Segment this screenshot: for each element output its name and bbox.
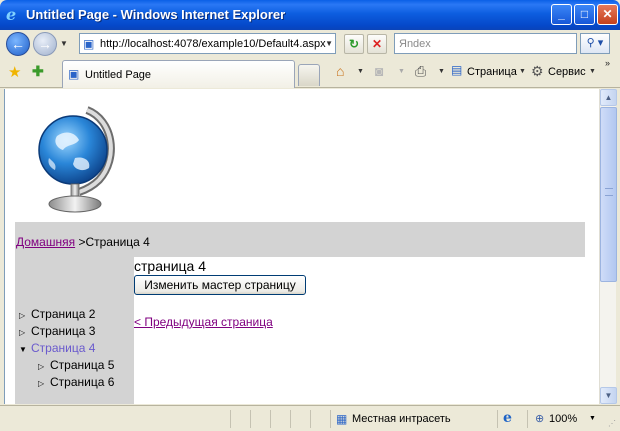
history-dropdown-icon[interactable]: ▼ (60, 39, 68, 48)
expand-triangle-icon[interactable]: ▷ (38, 362, 50, 371)
scroll-grip (605, 188, 613, 196)
intranet-zone-icon: ▦ (336, 412, 348, 426)
status-bar: ▦ Местная интрасеть e ⊕ 100% ▼ ⋰ (0, 405, 620, 431)
tree-item-label[interactable]: Страница 6 (50, 375, 114, 389)
breadcrumb-separator: > (75, 235, 86, 249)
tools-menu[interactable]: Сервис (548, 66, 586, 78)
status-divider (250, 410, 251, 428)
page-menu[interactable]: Страница (467, 66, 517, 78)
forward-arrow-icon[interactable]: → (33, 32, 57, 56)
expand-triangle-icon[interactable]: ▷ (38, 379, 50, 388)
expand-triangle-icon[interactable]: ▷ (19, 311, 31, 320)
tree-item-page-5[interactable]: ▷ Страница 5 (38, 358, 114, 372)
collapse-triangle-icon[interactable]: ▼ (19, 345, 31, 354)
address-toolbar: ← → ▼ ▣ http://localhost:4078/example10/… (0, 30, 620, 57)
sidebar-tree: ▷ Страница 2 ▷ Страница 3 ▼ Страница 4 ▷ Стр… (15, 257, 134, 404)
zoom-dropdown-icon[interactable]: ▼ (589, 415, 596, 422)
breadcrumb-current: Страница 4 (85, 235, 150, 249)
page-menu-icon[interactable]: ▤ (451, 63, 462, 77)
status-divider (330, 410, 331, 428)
breadcrumb-bar: Домашняя >Страница 4 (15, 222, 585, 257)
feeds-icon[interactable]: ◙ (375, 63, 383, 79)
change-master-page-button[interactable]: Изменить мастер страницу (134, 275, 306, 295)
page-viewport: Домашняя >Страница 4 ▷ Страница 2 ▷ Страни… (4, 89, 599, 404)
close-button[interactable]: ✕ (597, 4, 618, 25)
tools-menu-dropdown-icon[interactable]: ▼ (589, 68, 596, 75)
scroll-thumb[interactable] (600, 107, 617, 282)
feeds-dropdown-icon[interactable]: ▼ (398, 68, 405, 75)
minimize-button[interactable]: _ (551, 4, 572, 25)
back-arrow-icon[interactable]: ← (6, 32, 30, 56)
page-heading: страница 4 (134, 258, 207, 274)
vertical-scrollbar[interactable]: ▲ ▼ (599, 89, 617, 404)
print-icon[interactable]: ⎙ (415, 63, 426, 80)
previous-page-link[interactable]: < Предыдущая страница (134, 315, 273, 329)
tree-item-label[interactable]: Страница 2 (31, 307, 95, 321)
tree-item-page-2[interactable]: ▷ Страница 2 (19, 307, 95, 321)
page-menu-dropdown-icon[interactable]: ▼ (519, 68, 526, 75)
status-divider (310, 410, 311, 428)
tab-untitled-page[interactable]: ▣ Untitled Page (62, 60, 295, 88)
address-url[interactable]: http://localhost:4078/example10/Default4… (100, 38, 326, 50)
breadcrumb: Домашняя >Страница 4 (16, 235, 150, 249)
title-bar: e Untitled Page - Windows Internet Explo… (0, 0, 620, 30)
home-dropdown-icon[interactable]: ▼ (357, 68, 364, 75)
tab-toolbar: ★ ✚ ▣ Untitled Page ⌂ ▼ ◙ ▼ ⎙ ▼ ▤ Страни… (0, 57, 620, 88)
new-tab-button[interactable] (298, 64, 320, 86)
tree-item-page-6[interactable]: ▷ Страница 6 (38, 375, 114, 389)
tab-label: Untitled Page (85, 69, 152, 81)
tab-page-icon: ▣ (68, 67, 80, 81)
status-divider (290, 410, 291, 428)
search-placeholder: Яndex (399, 38, 431, 50)
expand-triangle-icon[interactable]: ▷ (19, 328, 31, 337)
scroll-up-icon[interactable]: ▲ (600, 89, 617, 106)
search-icon[interactable]: ⚲ ▾ (580, 33, 610, 54)
globe-icon (35, 106, 119, 214)
toolbar-overflow-icon[interactable]: » (605, 58, 610, 68)
protected-mode-icon[interactable]: e (503, 410, 512, 426)
gear-icon[interactable]: ⚙ (531, 63, 544, 80)
breadcrumb-home-link[interactable]: Домашняя (16, 235, 75, 249)
resize-grip-icon[interactable]: ⋰ (608, 419, 618, 429)
tree-item-label[interactable]: Страница 5 (50, 358, 114, 372)
zoom-level[interactable]: 100% (549, 413, 577, 425)
zoom-icon[interactable]: ⊕ (535, 412, 544, 425)
refresh-icon[interactable]: ↻ (344, 34, 364, 54)
tree-item-page-4[interactable]: ▼ Страница 4 (19, 341, 95, 355)
stop-icon[interactable]: ✕ (367, 34, 387, 54)
status-divider (230, 410, 231, 428)
home-icon[interactable]: ⌂ (336, 63, 344, 79)
page-icon: ▣ (83, 37, 95, 51)
address-input[interactable]: ▣ http://localhost:4078/example10/Defaul… (79, 33, 336, 54)
address-dropdown-icon[interactable]: ▼ (325, 39, 333, 48)
tree-item-page-3[interactable]: ▷ Страница 3 (19, 324, 95, 338)
status-divider (527, 410, 528, 428)
favorites-star-icon[interactable]: ★ (8, 63, 21, 81)
status-divider (270, 410, 271, 428)
ie-app-icon: e (6, 5, 17, 24)
tree-item-label[interactable]: Страница 3 (31, 324, 95, 338)
scroll-down-icon[interactable]: ▼ (600, 387, 617, 404)
tree-item-label-selected[interactable]: Страница 4 (31, 341, 95, 355)
maximize-button[interactable]: □ (574, 4, 595, 25)
status-divider (497, 410, 498, 428)
add-favorites-icon[interactable]: ✚ (32, 63, 44, 80)
print-dropdown-icon[interactable]: ▼ (438, 68, 445, 75)
window-title: Untitled Page - Windows Internet Explore… (26, 7, 286, 22)
search-input[interactable]: Яndex (394, 33, 577, 54)
security-zone[interactable]: Местная интрасеть (352, 413, 451, 425)
